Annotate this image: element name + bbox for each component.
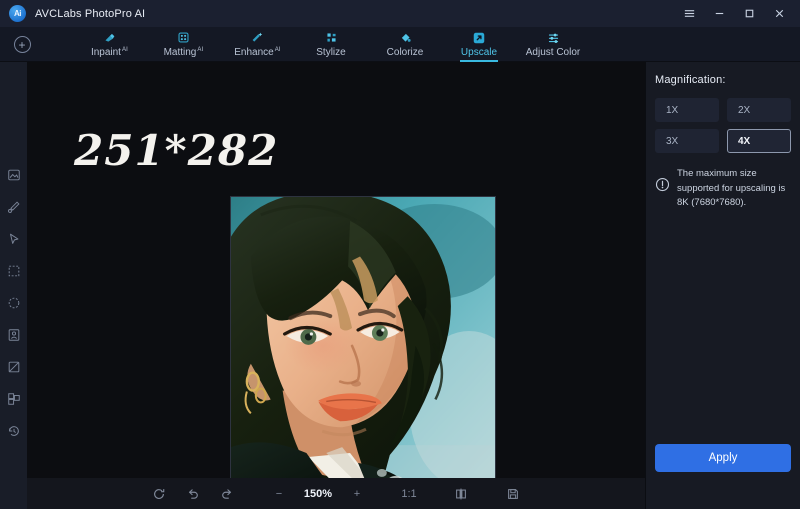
save-icon[interactable] xyxy=(496,478,530,509)
eraser-icon xyxy=(103,30,116,45)
sliders-icon xyxy=(547,30,560,45)
app-title: AVCLabs PhotoPro AI xyxy=(35,7,146,20)
history-tool-icon[interactable] xyxy=(4,421,23,440)
matting-icon xyxy=(177,30,190,45)
magnification-option-4x[interactable]: 4X xyxy=(727,129,791,153)
ellipse-select-icon[interactable] xyxy=(4,293,23,312)
reset-icon[interactable] xyxy=(142,478,176,509)
image-dimension-label: 251*282 xyxy=(74,126,279,175)
tab-inpaint[interactable]: InpaintAI xyxy=(72,27,146,62)
rectangle-select-icon[interactable] xyxy=(4,261,23,280)
canvas-area[interactable]: 251*282 − 150% + 1:1 xyxy=(27,62,645,509)
tab-adjust-color[interactable]: Adjust Color xyxy=(516,27,590,62)
max-size-notice: The maximum size supported for upscaling… xyxy=(655,167,791,211)
magnification-option-2x[interactable]: 2X xyxy=(727,98,791,122)
redo-icon[interactable] xyxy=(210,478,244,509)
tab-stylize[interactable]: Stylize xyxy=(294,27,368,62)
application-window: Ai AVCLabs PhotoPro AI + InpaintAI Matti… xyxy=(0,0,800,509)
bottom-toolbar: − 150% + 1:1 xyxy=(27,478,645,509)
magnification-option-1x[interactable]: 1X xyxy=(655,98,719,122)
menu-icon[interactable] xyxy=(674,1,704,27)
tab-upscale[interactable]: Upscale xyxy=(442,27,516,62)
info-exclamation-icon xyxy=(655,177,670,192)
feature-tabs: InpaintAI MattingAI EnhanceAI Stylize Co… xyxy=(72,27,590,62)
magnification-label: Magnification: xyxy=(655,74,726,86)
magic-wand-icon xyxy=(251,30,264,45)
tab-colorize-label: Colorize xyxy=(386,47,424,58)
stylize-icon xyxy=(325,30,338,45)
tab-upscale-label: Upscale xyxy=(460,47,498,58)
tab-adjust-color-label: Adjust Color xyxy=(525,47,581,58)
maximize-icon[interactable] xyxy=(734,1,764,27)
compare-icon[interactable] xyxy=(444,478,478,509)
apply-button[interactable]: Apply xyxy=(655,444,791,472)
zoom-in-button[interactable]: + xyxy=(340,478,374,509)
image-preview-frame[interactable] xyxy=(230,196,496,493)
tab-matting[interactable]: MattingAI xyxy=(146,27,220,62)
window-controls xyxy=(674,1,794,27)
upscale-icon xyxy=(472,30,486,45)
tab-matting-label: Matting xyxy=(163,47,197,58)
image-tool-icon[interactable] xyxy=(4,165,23,184)
crop-tool-icon[interactable] xyxy=(4,357,23,376)
portrait-tool-icon[interactable] xyxy=(4,325,23,344)
tab-inpaint-sup: AI xyxy=(121,47,129,53)
tab-colorize[interactable]: Colorize xyxy=(368,27,442,62)
add-image-button[interactable]: + xyxy=(0,27,44,62)
magnification-options: 1X 2X 3X 4X xyxy=(655,98,791,153)
tab-enhance-label: Enhance xyxy=(234,47,274,58)
zoom-level-value[interactable]: 150% xyxy=(296,478,340,509)
tab-enhance[interactable]: EnhanceAI xyxy=(220,27,294,62)
minimize-icon[interactable] xyxy=(704,1,734,27)
max-size-notice-text: The maximum size supported for upscaling… xyxy=(677,168,786,209)
tab-stylize-label: Stylize xyxy=(316,47,346,58)
paint-bucket-icon xyxy=(399,30,412,45)
app-logo-icon: Ai xyxy=(9,5,26,22)
left-tool-sidebar xyxy=(0,62,27,509)
magnification-option-3x[interactable]: 3X xyxy=(655,129,719,153)
actual-size-button[interactable]: 1:1 xyxy=(392,478,426,509)
main-body: 251*282 − 150% + 1:1 Magnification: 1X 2… xyxy=(0,62,800,509)
title-bar: Ai AVCLabs PhotoPro AI xyxy=(0,0,800,27)
brush-tool-icon[interactable] xyxy=(4,197,23,216)
tab-enhance-sup: AI xyxy=(274,47,281,53)
plus-icon: + xyxy=(13,36,31,53)
upscale-settings-panel: Magnification: 1X 2X 3X 4X The maximum s… xyxy=(645,62,800,509)
tab-inpaint-label: Inpaint xyxy=(90,47,121,58)
tab-matting-sup: AI xyxy=(197,47,204,53)
portrait-illustration xyxy=(231,197,495,492)
layers-tool-icon[interactable] xyxy=(4,389,23,408)
close-icon[interactable] xyxy=(764,1,794,27)
app-logo-text: Ai xyxy=(14,9,22,18)
cursor-tool-icon[interactable] xyxy=(4,229,23,248)
undo-icon[interactable] xyxy=(176,478,210,509)
feature-tab-bar: + InpaintAI MattingAI EnhanceAI Stylize … xyxy=(0,27,800,62)
zoom-out-button[interactable]: − xyxy=(262,478,296,509)
